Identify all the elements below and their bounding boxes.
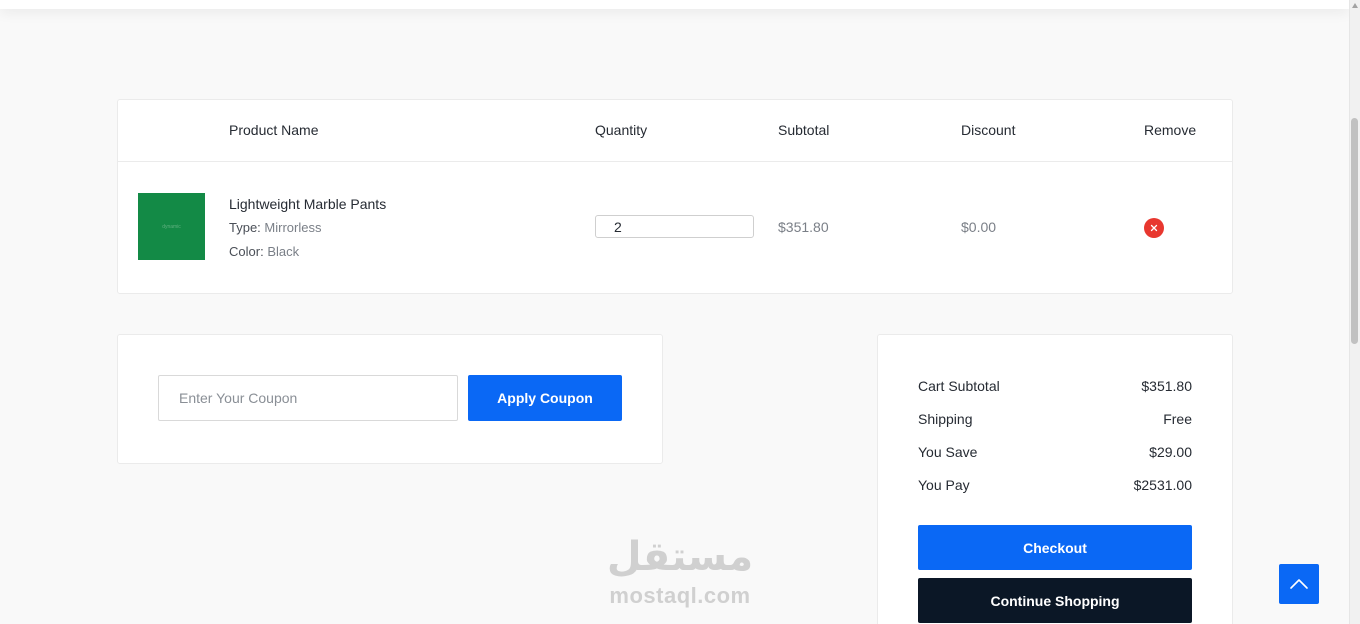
chevron-up-icon — [1290, 579, 1308, 589]
summary-label: Shipping — [918, 411, 973, 427]
coupon-input[interactable] — [158, 375, 458, 421]
summary-label: Cart Subtotal — [918, 378, 1000, 394]
watermark-arabic-text: مستقل — [606, 534, 754, 580]
summary-value: $29.00 — [1149, 444, 1192, 460]
apply-coupon-button[interactable]: Apply Coupon — [468, 375, 622, 421]
summary-value: Free — [1163, 411, 1192, 427]
product-type-label: Type: — [229, 220, 261, 235]
summary-row-cart-subtotal: Cart Subtotal $351.80 — [918, 378, 1192, 398]
top-header-bar — [0, 0, 1349, 9]
header-product-name: Product Name — [229, 122, 319, 138]
product-name-link[interactable]: Lightweight Marble Pants — [229, 196, 386, 212]
remove-item-button[interactable] — [1144, 218, 1164, 238]
header-remove: Remove — [1144, 122, 1197, 138]
summary-value: $351.80 — [1141, 378, 1192, 394]
back-to-top-button[interactable] — [1279, 564, 1319, 604]
page-scrollbar[interactable] — [1349, 0, 1360, 624]
table-header: Product Name Quantity Subtotal Discount … — [118, 100, 1232, 162]
watermark-latin-text: mostaql.com — [609, 583, 751, 608]
summary-row-you-pay: You Pay $2531.00 — [918, 477, 1192, 497]
product-color: Color: Black — [229, 244, 299, 259]
checkout-button[interactable]: Checkout — [918, 525, 1192, 570]
product-color-value: Black — [267, 244, 300, 259]
header-subtotal: Subtotal — [778, 122, 830, 138]
close-circle-icon — [1150, 224, 1158, 232]
order-summary-panel: Cart Subtotal $351.80 Shipping Free You … — [877, 334, 1233, 624]
product-image[interactable]: dynamic — [138, 193, 205, 260]
summary-label: You Save — [918, 444, 978, 460]
product-image-text: dynamic — [162, 223, 181, 230]
summary-row-you-save: You Save $29.00 — [918, 444, 1192, 464]
product-color-label: Color: — [229, 244, 264, 259]
summary-value: $2531.00 — [1133, 477, 1192, 493]
header-discount: Discount — [961, 122, 1016, 138]
header-quantity: Quantity — [595, 122, 648, 138]
summary-label: You Pay — [918, 477, 970, 493]
coupon-panel: Apply Coupon — [117, 334, 663, 464]
scrollbar-thumb[interactable] — [1351, 118, 1358, 344]
quantity-input[interactable] — [595, 215, 754, 238]
item-subtotal: $351.80 — [778, 219, 829, 235]
watermark-logo: مستقل mostaql.com — [590, 532, 770, 616]
product-type: Type: Mirrorless — [229, 220, 321, 235]
product-type-value: Mirrorless — [264, 220, 322, 235]
cart-table: Product Name Quantity Subtotal Discount … — [117, 99, 1233, 294]
item-discount: $0.00 — [961, 219, 997, 235]
summary-row-shipping: Shipping Free — [918, 411, 1192, 431]
continue-shopping-button[interactable]: Continue Shopping — [918, 578, 1192, 623]
scroll-up-arrow-icon[interactable] — [1352, 3, 1358, 8]
